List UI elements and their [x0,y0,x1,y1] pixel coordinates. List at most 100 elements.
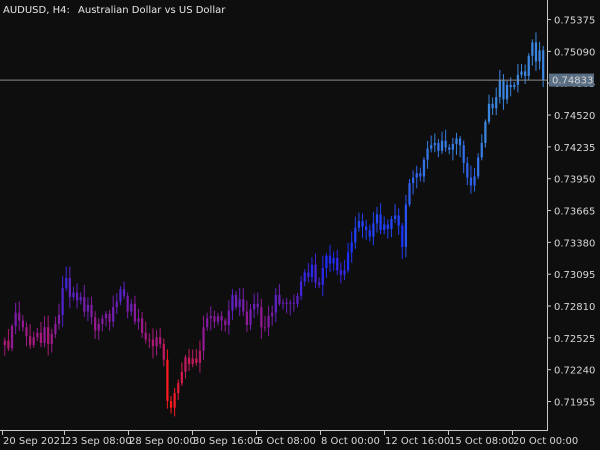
candle-body [130,303,133,312]
candle-body [310,264,314,277]
candle-body [39,332,43,343]
current-price-value: 0.74833 [552,76,593,87]
x-tick-label: 28 Sep 00:00 [129,436,196,447]
candle-body [365,226,368,231]
price-chart[interactable]: AUDUSD, H4: Australian Dollar vs US Doll… [0,0,600,450]
x-tick-label: 23 Sep 08:00 [65,436,132,447]
candle-body [173,393,176,408]
candle-body [296,295,299,304]
y-tick-label: 0.74520 [554,111,595,122]
candle-body [72,292,75,298]
candle-body [477,157,480,177]
candle-body [303,272,306,282]
candle-body [509,84,512,88]
candle-body [21,320,24,328]
candle-body [108,313,111,322]
y-tick-label: 0.73665 [554,207,595,218]
candle-body [495,97,498,109]
candle-body [458,138,462,146]
candle-body [346,252,350,271]
candle-body [314,264,317,283]
candle-body [267,316,270,328]
candle-body [260,307,263,328]
candle-body [318,282,321,285]
candle-body [437,142,440,151]
candle-body [253,303,256,310]
candle-body [65,278,68,289]
candle-body [61,288,64,315]
candle-body [513,84,516,88]
candle-body [411,177,415,184]
y-tick-label: 0.73950 [554,175,595,186]
candle-body [357,221,361,228]
candle-body [542,50,545,81]
candle-body [231,294,234,311]
candle-body [419,173,422,177]
candle-body [393,215,397,219]
candle-body [122,289,126,296]
candle-body [343,270,346,275]
candle-body [36,332,39,338]
candle-body [177,383,180,394]
candle-body [245,311,249,326]
x-tick-label: 15 Oct 08:00 [449,436,514,447]
candle-body [505,84,509,100]
x-axis-ticks: 20 Sep 202123 Sep 08:0028 Sep 00:0030 Se… [2,430,578,447]
candle-body [285,302,288,304]
candle-body [220,316,223,321]
y-tick-label: 0.72525 [554,334,595,345]
candle-body [7,340,10,349]
candle-body [166,359,169,401]
candle-body [206,318,209,328]
candle-body [448,147,451,150]
candle-body [292,302,295,304]
candle-body [451,144,454,150]
x-tick-label: 12 Oct 16:00 [385,436,450,447]
candle-body [79,297,82,301]
candle-body [213,316,216,322]
candle-body [169,400,173,408]
candle-body [415,173,418,178]
candle-body [54,323,57,334]
candle-body [383,224,386,231]
y-tick-label: 0.75090 [554,47,595,58]
candle-body [50,333,53,344]
candle-body [14,312,17,327]
candle-body [339,270,342,275]
candle-body [198,350,202,363]
candle-body [187,357,191,365]
candle-body [480,142,483,158]
x-tick-label: 20 Sep 2021 [3,436,66,447]
candle-body [422,159,426,177]
candle-body [462,145,465,164]
candle-body [224,320,227,326]
current-price-label: 0.74833 [549,73,594,87]
candle-body [368,230,371,237]
chart-window[interactable]: AUDUSD, H4: Australian Dollar vs US Doll… [0,0,600,450]
candle-body [466,163,469,178]
x-tick-label: 5 Oct 08:00 [257,436,316,447]
candle-body [112,307,115,322]
candle-body [328,255,332,264]
candle-body [502,80,505,100]
y-tick-label: 0.73380 [554,238,595,249]
candle-body [195,358,198,363]
candle-body [126,295,129,312]
candle-body [350,242,353,253]
y-tick-label: 0.73095 [554,270,595,281]
candle-body [32,337,35,346]
candle-body [274,294,277,313]
candle-body [289,302,292,304]
candle-body [386,224,389,229]
candle-body [281,302,285,304]
candle-body [101,318,104,324]
candle-body [498,80,501,98]
candle-body [242,299,245,312]
candle-body [538,50,541,62]
candle-body [263,327,267,329]
candle-body [18,312,21,321]
candle-body [148,339,151,341]
candle-body [86,304,90,312]
candle-body [10,326,14,349]
candle-body [397,215,400,226]
